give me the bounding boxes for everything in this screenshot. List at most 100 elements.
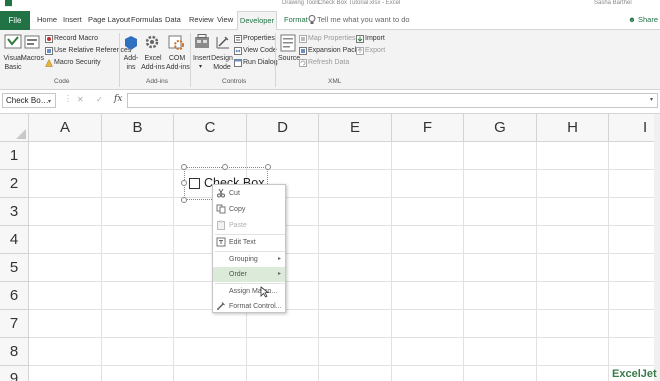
excel-addins-gear-icon [145,35,159,49]
select-all-button[interactable] [0,114,29,142]
properties-button[interactable]: Properties [243,34,275,43]
column-header-i[interactable]: I [609,114,660,142]
submenu-arrow-icon: ▸ [277,271,281,277]
tab-page-layout[interactable]: Page Layout [88,15,130,24]
tab-data[interactable]: Data [165,15,181,24]
vertical-scrollbar[interactable] [654,114,660,381]
group-label-add-ins: Add-ins [146,78,169,85]
menu-item-assign-macro[interactable]: Assign Macro... [213,284,285,299]
grid-line [29,253,660,254]
row-header-8[interactable]: 8 [0,338,29,366]
menu-item-grouping[interactable]: Grouping ▸ [213,252,285,267]
grid-line [29,365,660,366]
row-header-7[interactable]: 7 [0,310,29,338]
tab-format[interactable]: Format [284,15,308,24]
column-header-g[interactable]: G [464,114,537,142]
column-header-e[interactable]: E [319,114,392,142]
menu-item-label: Order [229,271,247,278]
source-button[interactable]: Source [278,54,300,63]
row-header-1[interactable]: 1 [0,142,29,170]
map-properties-icon [299,35,307,43]
menu-item-order[interactable]: Order ▸ [213,267,285,282]
copy-icon [216,204,226,214]
row-header-2[interactable]: 2 [0,170,29,198]
column-header-c[interactable]: C [174,114,247,142]
grid-line [463,142,464,381]
excel-add-ins-button[interactable]: Excel Add-ins [141,54,165,72]
menu-item-format-control[interactable]: Format Control... [213,299,285,314]
tab-view[interactable]: View [217,15,233,24]
excel-add-ins-label-1: Excel [144,55,162,62]
tell-me-search[interactable]: Tell me what you want to do [317,15,410,24]
row-header-3[interactable]: 3 [0,198,29,226]
resize-handle[interactable] [265,164,271,170]
row-header-5[interactable]: 5 [0,254,29,282]
share-button[interactable]: ☻ Share [628,15,658,24]
add-ins-button[interactable]: Add-ins [123,54,139,72]
insert-controls-button[interactable]: Insert [193,54,211,63]
insert-function-button[interactable]: fx [114,94,122,104]
tab-home[interactable]: Home [37,15,57,24]
insert-controls-toolbox-icon [195,34,209,48]
menu-item-copy[interactable]: Copy [213,202,285,217]
resize-handle[interactable] [181,180,187,186]
column-header-d[interactable]: D [247,114,319,142]
import-icon [356,35,364,43]
macro-security-button[interactable]: Macro Security [54,58,101,67]
submenu-arrow-icon: ▸ [277,256,281,262]
resize-handle[interactable] [222,164,228,170]
design-mode-label-1: Design [211,55,233,62]
worksheet-grid[interactable]: A B C D E F G H I 1 2 3 4 5 6 7 8 9 [0,113,660,381]
group-label-xml: XML [328,78,342,85]
expansion-packs-button[interactable]: Expansion Packs [308,46,362,55]
record-macro-button[interactable]: Record Macro [54,34,98,43]
com-addins-icon [168,35,184,50]
grid-line [29,197,660,198]
visual-basic-icon [4,34,22,49]
refresh-data-button: Refresh Data [308,59,350,66]
checkbox-input[interactable] [189,178,200,189]
grid-line [29,309,660,310]
watermark-logo: ExcelJet [612,368,657,380]
com-add-ins-button[interactable]: COM Add-ins [166,54,190,72]
tab-insert[interactable]: Insert [63,15,82,24]
export-icon [356,47,364,55]
view-code-button[interactable]: View Code [243,46,277,55]
column-header-a[interactable]: A [29,114,102,142]
lightbulb-icon [308,15,316,24]
run-dialog-button[interactable]: Run Dialog [243,58,278,67]
tab-developer[interactable]: Developer [237,11,277,31]
column-header-b[interactable]: B [102,114,174,142]
grid-line [29,281,660,282]
formula-input[interactable] [127,93,658,108]
mouse-pointer-icon [260,286,269,298]
menu-item-edit-text[interactable]: Edit Text [213,235,285,250]
design-mode-button[interactable]: Design Mode [211,54,233,72]
resize-handle[interactable] [181,197,187,203]
save-icon[interactable] [4,0,13,7]
tab-file[interactable]: File [0,11,30,30]
tab-formulas[interactable]: Formulas [131,15,162,24]
import-button[interactable]: Import [365,34,385,43]
confirm-entry-icon[interactable]: ✓ [96,95,103,104]
row-header-4[interactable]: 4 [0,226,29,254]
user-name[interactable]: Sasha Barthel [594,0,632,6]
name-box-chevron-down-icon[interactable]: ▾ [48,98,51,105]
menu-item-cut[interactable]: Cut [213,186,285,201]
visual-basic-button[interactable]: Visual Basic [3,54,23,72]
scissors-icon [217,188,225,198]
column-header-h[interactable]: H [537,114,609,142]
cancel-entry-icon[interactable]: ✕ [77,95,84,104]
person-icon: ☻ [628,15,638,24]
macros-button[interactable]: Macros [21,54,44,63]
expand-formula-bar-icon[interactable]: ▾ [650,96,653,103]
tab-review[interactable]: Review [189,15,214,24]
resize-handle[interactable] [181,164,187,170]
column-header-f[interactable]: F [392,114,464,142]
edit-text-icon [216,237,226,247]
grid-line [608,142,609,381]
ribbon-group-separator [190,33,191,87]
row-header-6[interactable]: 6 [0,282,29,310]
row-header-9[interactable]: 9 [0,366,29,381]
expansion-packs-icon [299,47,307,55]
